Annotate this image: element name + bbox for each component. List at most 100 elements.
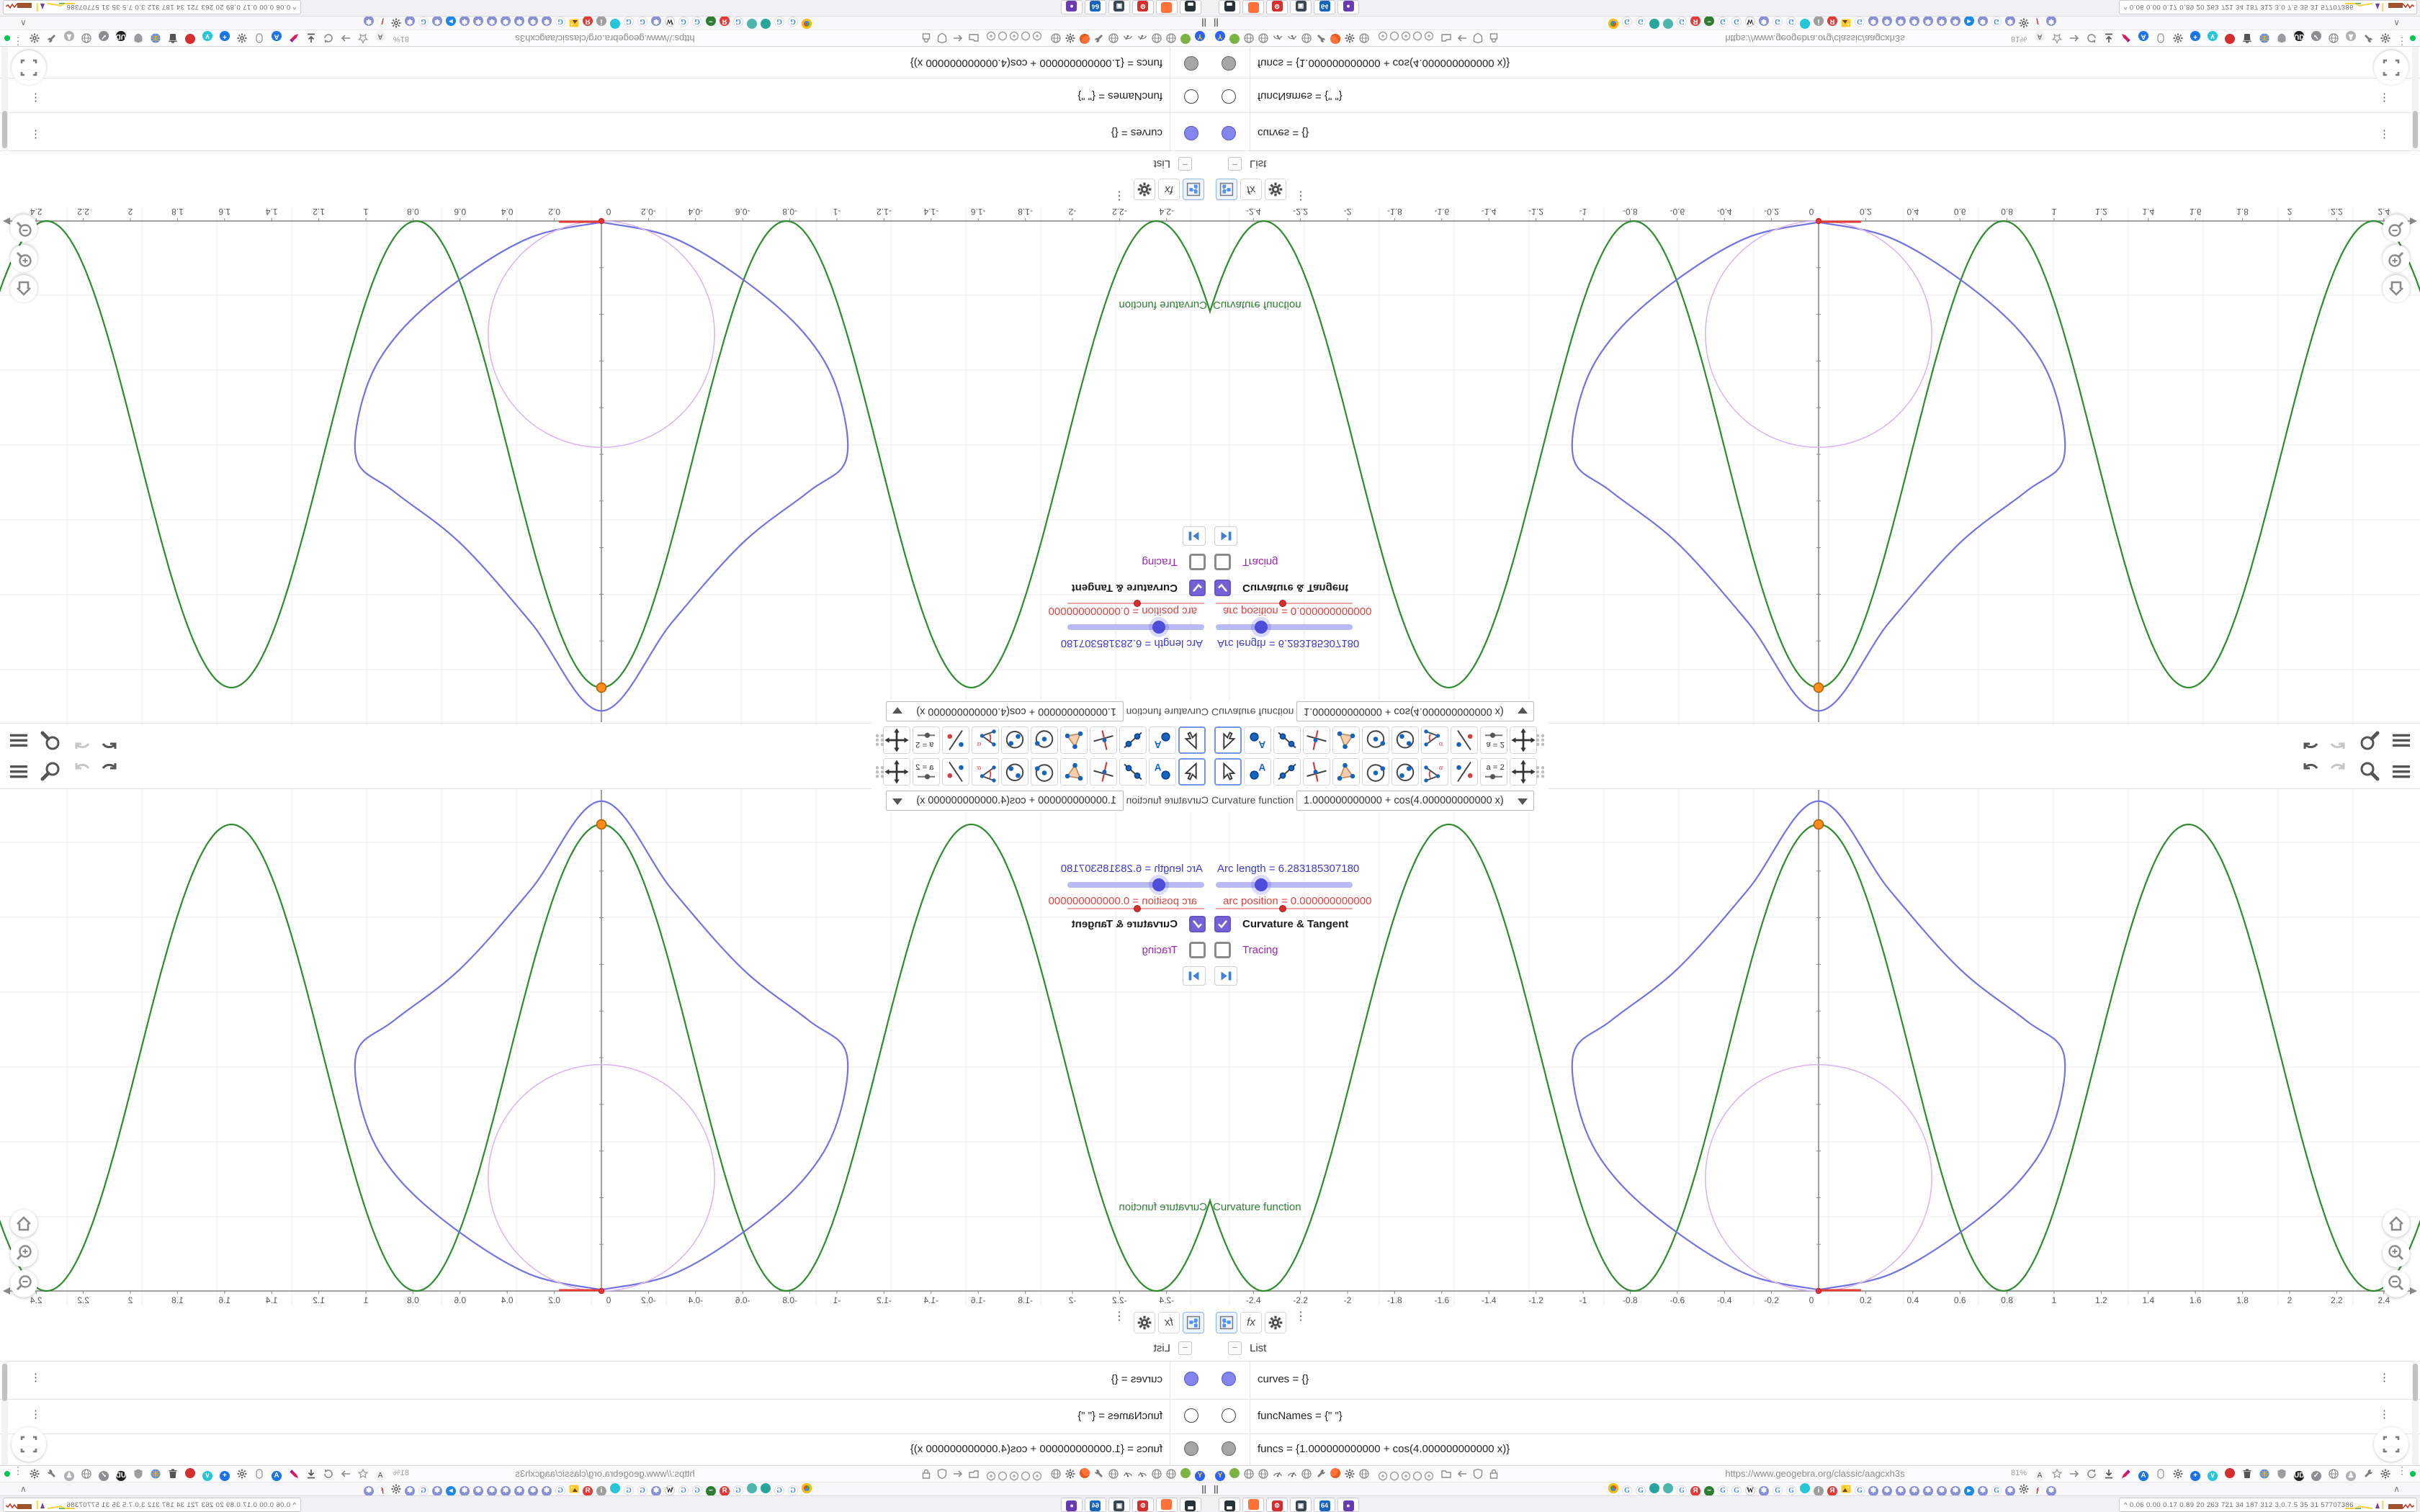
bookmark-g-icon[interactable]: G [732, 17, 744, 29]
trans-icon[interactable]: A [375, 1468, 386, 1481]
bookmark-flower-icon[interactable]: ✽ [2004, 16, 2016, 29]
bookmark-chrome-icon[interactable] [1608, 1483, 1619, 1495]
fullscreen-button[interactable] [2374, 50, 2408, 85]
plusb-icon[interactable]: + [2190, 31, 2201, 44]
oring-icon[interactable] [1412, 1470, 1422, 1481]
wrench-icon[interactable] [1093, 32, 1105, 44]
pinned-tab-ffp[interactable] [1242, 0, 1264, 14]
bookmark-flower-icon[interactable]: ✽ [1977, 1483, 1989, 1496]
odot-icon[interactable] [1032, 31, 1043, 42]
visibility-toggle[interactable] [1222, 1441, 1236, 1456]
view-toolbar-menu-icon[interactable]: ⋮ [1113, 1310, 1125, 1323]
tool-ellipse[interactable] [1001, 758, 1028, 786]
zoom-in-button[interactable] [10, 1240, 37, 1267]
origin-point[interactable] [598, 217, 605, 225]
arc-length-slider[interactable] [1067, 878, 1204, 891]
bookmark-flower-icon[interactable]: ✽ [431, 1483, 443, 1496]
tool-perpendicular[interactable] [1090, 758, 1117, 786]
pinned-tab-ffp[interactable] [1156, 0, 1178, 14]
globe-icon[interactable] [81, 1468, 92, 1480]
odot-icon[interactable] [1377, 31, 1388, 42]
odot-icon[interactable] [1400, 31, 1411, 42]
bookmark-g-icon[interactable]: G [1991, 17, 2002, 29]
tool-ellipse[interactable] [1001, 726, 1028, 754]
globe-icon[interactable] [1258, 32, 1269, 44]
arc-length-slider-thumb[interactable] [1152, 878, 1165, 891]
bookmark-flower-icon[interactable]: ✽ [363, 1483, 375, 1496]
tool-point[interactable]: A [1244, 726, 1271, 754]
bookmark-f-icon[interactable]: ƒ [2032, 1483, 2043, 1495]
bookmark-g-icon[interactable]: G [678, 1483, 689, 1495]
geardk-icon[interactable] [1344, 1468, 1355, 1480]
gauge-icon[interactable] [1137, 1468, 1148, 1480]
panel-scrollbar[interactable] [1, 47, 8, 151]
settings-gear-icon[interactable] [1134, 1312, 1155, 1333]
tool-slider[interactable]: a = 2 [1480, 758, 1507, 786]
row-menu-icon[interactable]: ⋮ [30, 1408, 41, 1421]
list-row-funcnames[interactable]: funcNames = {" "} ⋮ [0, 78, 1210, 113]
oring-icon[interactable] [1021, 1470, 1031, 1481]
list-row-funcnames[interactable]: funcNames = {" "} ⋮ [1210, 78, 2420, 113]
home-button[interactable] [10, 275, 37, 302]
badge-icon[interactable]: ✓ [98, 31, 109, 44]
tool-circle[interactable] [1362, 758, 1389, 786]
bookmark-f-icon[interactable]: ƒ [377, 1483, 388, 1495]
reload-icon[interactable] [2086, 1468, 2097, 1480]
tool-angle[interactable]: α [1421, 726, 1448, 754]
visibility-toggle[interactable] [1184, 89, 1198, 104]
arc-point[interactable] [596, 819, 607, 830]
graphics-view[interactable]: -2.4 -2.2 -2 -1.8 -1.6 -1.4 -1.2 -1 -0.8 -0.6 -0.4… [1210, 788, 2420, 1305]
tool-perpendicular[interactable] [1303, 726, 1330, 754]
bookmark-ya-icon[interactable]: Я [1827, 16, 1838, 29]
trash-icon[interactable] [167, 32, 179, 44]
ylogo-icon[interactable]: Y [1194, 1468, 1206, 1481]
toolbar-drag-handle-icon[interactable]: ●● ●● ●● [874, 732, 884, 748]
arc-position-slider-thumb[interactable] [1134, 905, 1141, 912]
home-button[interactable] [2383, 275, 2410, 302]
gauge-icon[interactable] [1122, 32, 1134, 44]
panel-scrollbar[interactable] [2412, 47, 2419, 151]
oring-icon[interactable] [1412, 31, 1422, 42]
bookmark-flower-icon[interactable]: ✽ [541, 16, 552, 29]
arc-position-slider[interactable] [1216, 905, 1353, 912]
list-row-funcs[interactable]: funcs = {1.000000000000 + cos(4.00000000… [1210, 1434, 2420, 1466]
bookmark-flower-icon[interactable]: ✽ [514, 1483, 525, 1496]
tool-move[interactable] [1214, 758, 1242, 786]
bookmark-g-icon[interactable]: G [637, 17, 648, 29]
zoom-out-button[interactable] [10, 215, 37, 242]
geardk-icon[interactable] [1065, 1468, 1076, 1480]
tool-perpendicular[interactable] [1090, 726, 1117, 754]
tool-point[interactable]: A [1149, 726, 1176, 754]
shield-icon[interactable] [936, 1468, 948, 1480]
bookmark-dot-icon[interactable] [746, 1483, 758, 1495]
bookmark-info-icon[interactable]: i [1813, 1483, 1824, 1496]
bookmark-ya-icon[interactable]: Я [1827, 1483, 1838, 1496]
oval-icon[interactable] [2155, 1468, 2166, 1480]
bookmark-geardk-icon[interactable] [390, 17, 402, 29]
bookmark-w-icon[interactable]: W [1744, 1483, 1756, 1495]
bookmark-flower-icon[interactable]: ✽ [404, 1483, 416, 1496]
wrench-icon[interactable] [2362, 1468, 2374, 1480]
bookmark-dot-icon[interactable] [1799, 1483, 1811, 1495]
ff-icon[interactable] [1079, 32, 1090, 44]
bookmark-g-icon[interactable]: G [418, 1483, 429, 1495]
tool-polygon[interactable] [1060, 758, 1088, 786]
lock-icon[interactable] [1488, 1468, 1500, 1480]
globe-icon[interactable] [1301, 32, 1312, 44]
globe-icon[interactable] [1301, 1468, 1312, 1480]
redo-button[interactable] [71, 729, 94, 752]
bookmark-dot-icon[interactable] [1799, 17, 1811, 29]
globe-icon[interactable] [1108, 1468, 1119, 1480]
tool-reflect[interactable] [942, 758, 969, 786]
dl-icon[interactable] [2103, 32, 2115, 44]
trans-icon[interactable]: A [375, 31, 386, 44]
oring-icon[interactable] [1389, 31, 1399, 42]
globe-icon[interactable] [1358, 1468, 1370, 1480]
pinned-tab-redgear[interactable]: ⚙ [1266, 0, 1288, 14]
arrowR-icon[interactable] [2069, 1468, 2080, 1480]
bookmark-g-icon[interactable]: G [1635, 17, 1646, 29]
star-icon[interactable] [2051, 32, 2063, 44]
tool-point[interactable]: A [1244, 758, 1271, 786]
collapse-button[interactable]: − [1228, 157, 1242, 171]
zoom-out-button[interactable] [2383, 215, 2410, 242]
